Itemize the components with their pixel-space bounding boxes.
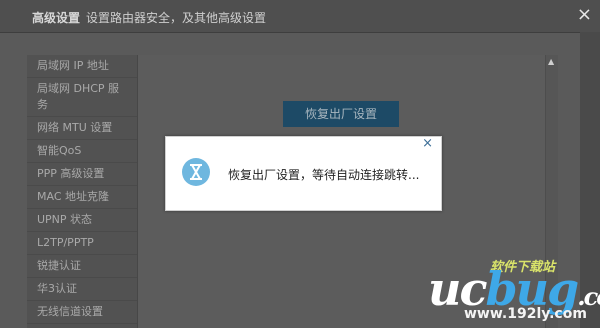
sidebar-item-lan-ip[interactable]: 局域网 IP 地址 [27, 55, 137, 78]
sidebar-item-h3c[interactable]: 华3认证 [27, 278, 137, 301]
sidebar-item-wifi-channel[interactable]: 无线信道设置 [27, 301, 137, 324]
sidebar-item-ruijie[interactable]: 锐捷认证 [27, 255, 137, 278]
watermark-url: www.192ly.com [464, 306, 587, 322]
sidebar-item-l2tp[interactable]: L2TP/PPTP [27, 232, 137, 255]
sidebar-item-upnp[interactable]: UPNP 状态 [27, 209, 137, 232]
page-title: 高级设置 [32, 11, 81, 25]
sidebar-item-mtu[interactable]: 网络 MTU 设置 [27, 117, 137, 140]
sidebar-item-ppp[interactable]: PPP 高级设置 [27, 163, 137, 186]
page-subtitle: 设置路由器安全，及其他高级设置 [86, 11, 267, 25]
sidebar-item-mac-clone[interactable]: MAC 地址克隆 [27, 186, 137, 209]
sidebar-item-qos[interactable]: 智能QoS [27, 140, 137, 163]
restore-factory-button[interactable]: 恢复出厂设置 [283, 101, 399, 127]
site-watermark: 软件下载站 ucbug.cc www.192ly.com [418, 250, 600, 328]
close-icon[interactable]: × [577, 4, 592, 25]
scroll-up-icon[interactable]: ▲ [548, 57, 554, 66]
hourglass-icon [182, 158, 210, 186]
dialog-message: 恢复出厂设置，等待自动连接跳转... [228, 168, 420, 182]
title-bar: 高级设置 设置路由器安全，及其他高级设置 × [0, 0, 600, 33]
sidebar: 局域网 IP 地址 局域网 DHCP 服务 网络 MTU 设置 智能QoS PP… [27, 55, 138, 328]
progress-dialog: × 恢复出厂设置，等待自动连接跳转... [165, 136, 442, 211]
close-icon[interactable]: × [422, 136, 433, 151]
sidebar-item-dhcp[interactable]: 局域网 DHCP 服务 [27, 78, 137, 117]
